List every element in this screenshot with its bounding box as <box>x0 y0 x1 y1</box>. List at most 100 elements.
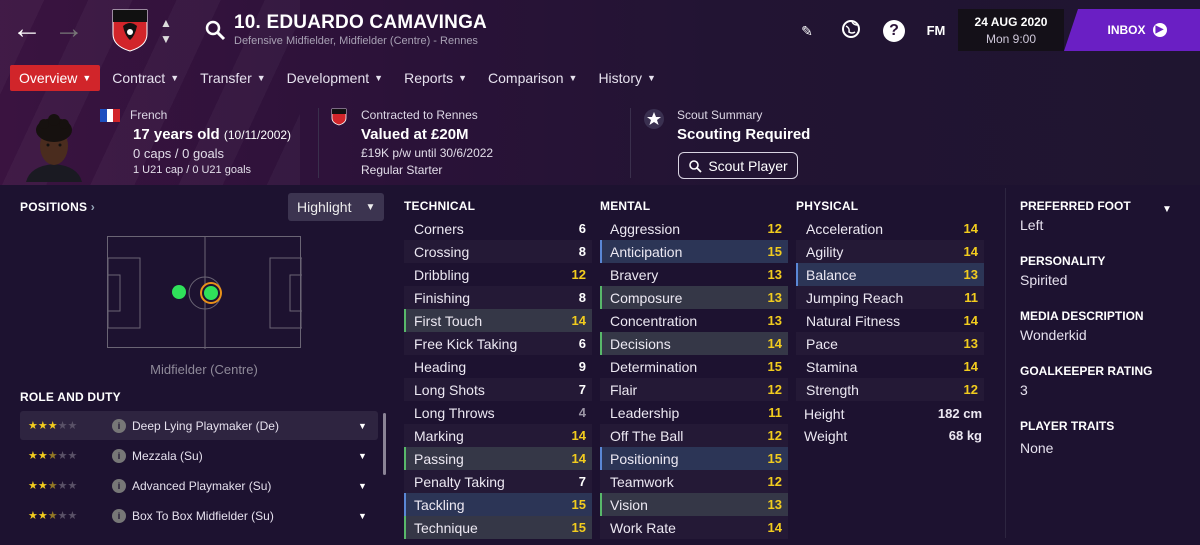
attribute-row[interactable]: Teamwork 12 <box>600 470 788 493</box>
role-row[interactable]: ★★★★★ i Advanced Playmaker (Su) ▼ <box>20 471 378 500</box>
date-display[interactable]: 24 AUG 2020 Mon 9:00 <box>958 9 1064 51</box>
tab-overview[interactable]: Overview ▼ <box>10 65 101 91</box>
chevron-down-icon[interactable]: ▼ <box>1162 204 1172 215</box>
info-icon[interactable]: i <box>112 418 126 433</box>
attribute-row[interactable]: Marking 14 <box>404 424 592 447</box>
attribute-value: 14 <box>571 451 586 466</box>
attribute-row[interactable]: Off The Ball 12 <box>600 424 788 447</box>
positions-link[interactable]: POSITIONS › <box>20 200 95 214</box>
attribute-row[interactable]: Vision 13 <box>600 493 788 516</box>
attribute-row[interactable]: Crossing 8 <box>404 240 592 263</box>
attribute-name: Finishing <box>414 289 471 306</box>
tab-label: Development <box>286 70 370 86</box>
divider <box>630 108 631 178</box>
attribute-row[interactable]: Stamina 14 <box>796 355 984 378</box>
divider <box>318 108 319 178</box>
tab-reports[interactable]: Reports ▼ <box>395 65 476 91</box>
attribute-row[interactable]: Balance 13 <box>796 263 984 286</box>
attribute-row[interactable]: Finishing 8 <box>404 286 592 309</box>
attribute-row[interactable]: Anticipation 15 <box>600 240 788 263</box>
attribute-row[interactable]: Concentration 13 <box>600 309 788 332</box>
attribute-row[interactable]: Tackling 15 <box>404 493 592 516</box>
position-dmc-marker[interactable] <box>172 285 186 299</box>
rennes-crest-icon[interactable] <box>110 8 150 52</box>
wage-label: £19K p/w until 30/6/2022 <box>361 146 494 160</box>
help-icon[interactable]: ? <box>883 20 905 42</box>
attribute-row[interactable]: Natural Fitness 14 <box>796 309 984 332</box>
attribute-row[interactable]: Leadership 11 <box>600 401 788 424</box>
chevron-down-icon[interactable]: ▼ <box>358 511 378 521</box>
attribute-row[interactable]: Free Kick Taking 6 <box>404 332 592 355</box>
position-mc-marker[interactable] <box>202 284 220 302</box>
attribute-row[interactable]: Heading 9 <box>404 355 592 378</box>
inbox-button[interactable]: INBOX ▶ <box>1064 9 1200 51</box>
attribute-row[interactable]: Flair 12 <box>600 378 788 401</box>
attribute-row[interactable]: Dribbling 12 <box>404 263 592 286</box>
chevron-down-icon[interactable]: ▼ <box>358 481 378 491</box>
attribute-name: Positioning <box>610 450 679 467</box>
forward-arrow-icon[interactable]: → <box>54 14 84 44</box>
attribute-row[interactable]: Aggression 12 <box>600 217 788 240</box>
attribute-row[interactable]: Determination 15 <box>600 355 788 378</box>
tab-comparison[interactable]: Comparison ▼ <box>479 65 586 91</box>
attribute-row[interactable]: Composure 13 <box>600 286 788 309</box>
attribute-name: Natural Fitness <box>806 312 901 329</box>
contract-label: Contracted to Rennes <box>361 108 478 122</box>
info-icon[interactable]: i <box>112 448 126 463</box>
personality-title: PERSONALITY <box>1020 254 1106 268</box>
chevron-down-icon[interactable]: ▼ <box>358 421 378 431</box>
role-duty-title: ROLE AND DUTY <box>20 390 121 404</box>
attribute-name: Tackling <box>414 496 465 513</box>
attribute-name: Determination <box>610 358 698 375</box>
chevron-down-icon: ▼ <box>365 201 376 213</box>
attribute-row[interactable]: Positioning 15 <box>600 447 788 470</box>
role-row[interactable]: ★★★★★ i Deep Lying Playmaker (De) ▼ <box>20 411 378 440</box>
attribute-row[interactable]: Technique 15 <box>404 516 592 539</box>
attribute-row[interactable]: Strength 12 <box>796 378 984 401</box>
attribute-row[interactable]: Long Shots 7 <box>404 378 592 401</box>
next-player-icon[interactable]: ▼ <box>160 32 172 46</box>
tab-history[interactable]: History ▼ <box>589 65 664 91</box>
attribute-value: 14 <box>571 428 586 443</box>
attribute-row[interactable]: Jumping Reach 11 <box>796 286 984 309</box>
attribute-row[interactable]: Bravery 13 <box>600 263 788 286</box>
attribute-row[interactable]: Pace 13 <box>796 332 984 355</box>
tab-transfer[interactable]: Transfer ▼ <box>191 65 275 91</box>
attribute-name: Crossing <box>414 243 470 260</box>
positions-title: POSITIONS <box>20 200 88 214</box>
date-label: 24 AUG 2020 <box>974 15 1048 29</box>
role-row[interactable]: ★★★★★ i Box To Box Midfielder (Su) ▼ <box>20 501 378 530</box>
attribute-row[interactable]: First Touch 14 <box>404 309 592 332</box>
attribute-value: 12 <box>767 474 782 489</box>
attribute-row[interactable]: Corners 6 <box>404 217 592 240</box>
attribute-row[interactable]: Long Throws 4 <box>404 401 592 424</box>
age-block: 17 years old (10/11/2002) <box>133 126 291 143</box>
search-icon[interactable] <box>204 19 226 41</box>
world-icon[interactable] <box>838 18 864 44</box>
previous-player-icon[interactable]: ▲ <box>160 16 172 30</box>
tab-development[interactable]: Development ▼ <box>278 65 392 91</box>
scout-player-button[interactable]: Scout Player <box>678 152 798 179</box>
info-icon[interactable]: i <box>112 478 126 493</box>
attribute-value: 8 <box>578 244 586 259</box>
attribute-row[interactable]: Work Rate 14 <box>600 516 788 539</box>
chevron-down-icon[interactable]: ▼ <box>358 451 378 461</box>
attribute-value: 6 <box>578 221 586 236</box>
attribute-row[interactable]: Passing 14 <box>404 447 592 470</box>
fm-icon[interactable]: FM <box>923 18 949 44</box>
tab-contract[interactable]: Contract ▼ <box>103 65 188 91</box>
roles-scrollbar[interactable] <box>383 413 386 475</box>
role-row[interactable]: ★★★★★ i Mezzala (Su) ▼ <box>20 441 378 470</box>
attribute-row[interactable]: Penalty Taking 7 <box>404 470 592 493</box>
attribute-row[interactable]: Agility 14 <box>796 240 984 263</box>
attribute-row[interactable]: Acceleration 14 <box>796 217 984 240</box>
edit-icon[interactable]: ✎ <box>794 18 820 44</box>
highlight-label: Highlight <box>297 199 352 215</box>
role-star-rating: ★★★★★ <box>28 450 78 462</box>
info-icon[interactable]: i <box>112 508 126 523</box>
attribute-row[interactable]: Decisions 14 <box>600 332 788 355</box>
dob-label: (10/11/2002) <box>223 128 292 142</box>
back-arrow-icon[interactable]: ← <box>12 14 42 44</box>
highlight-dropdown[interactable]: Highlight ▼ <box>288 193 384 221</box>
nationality-block: French 17 years old (10/11/2002) 0 caps … <box>100 108 291 176</box>
